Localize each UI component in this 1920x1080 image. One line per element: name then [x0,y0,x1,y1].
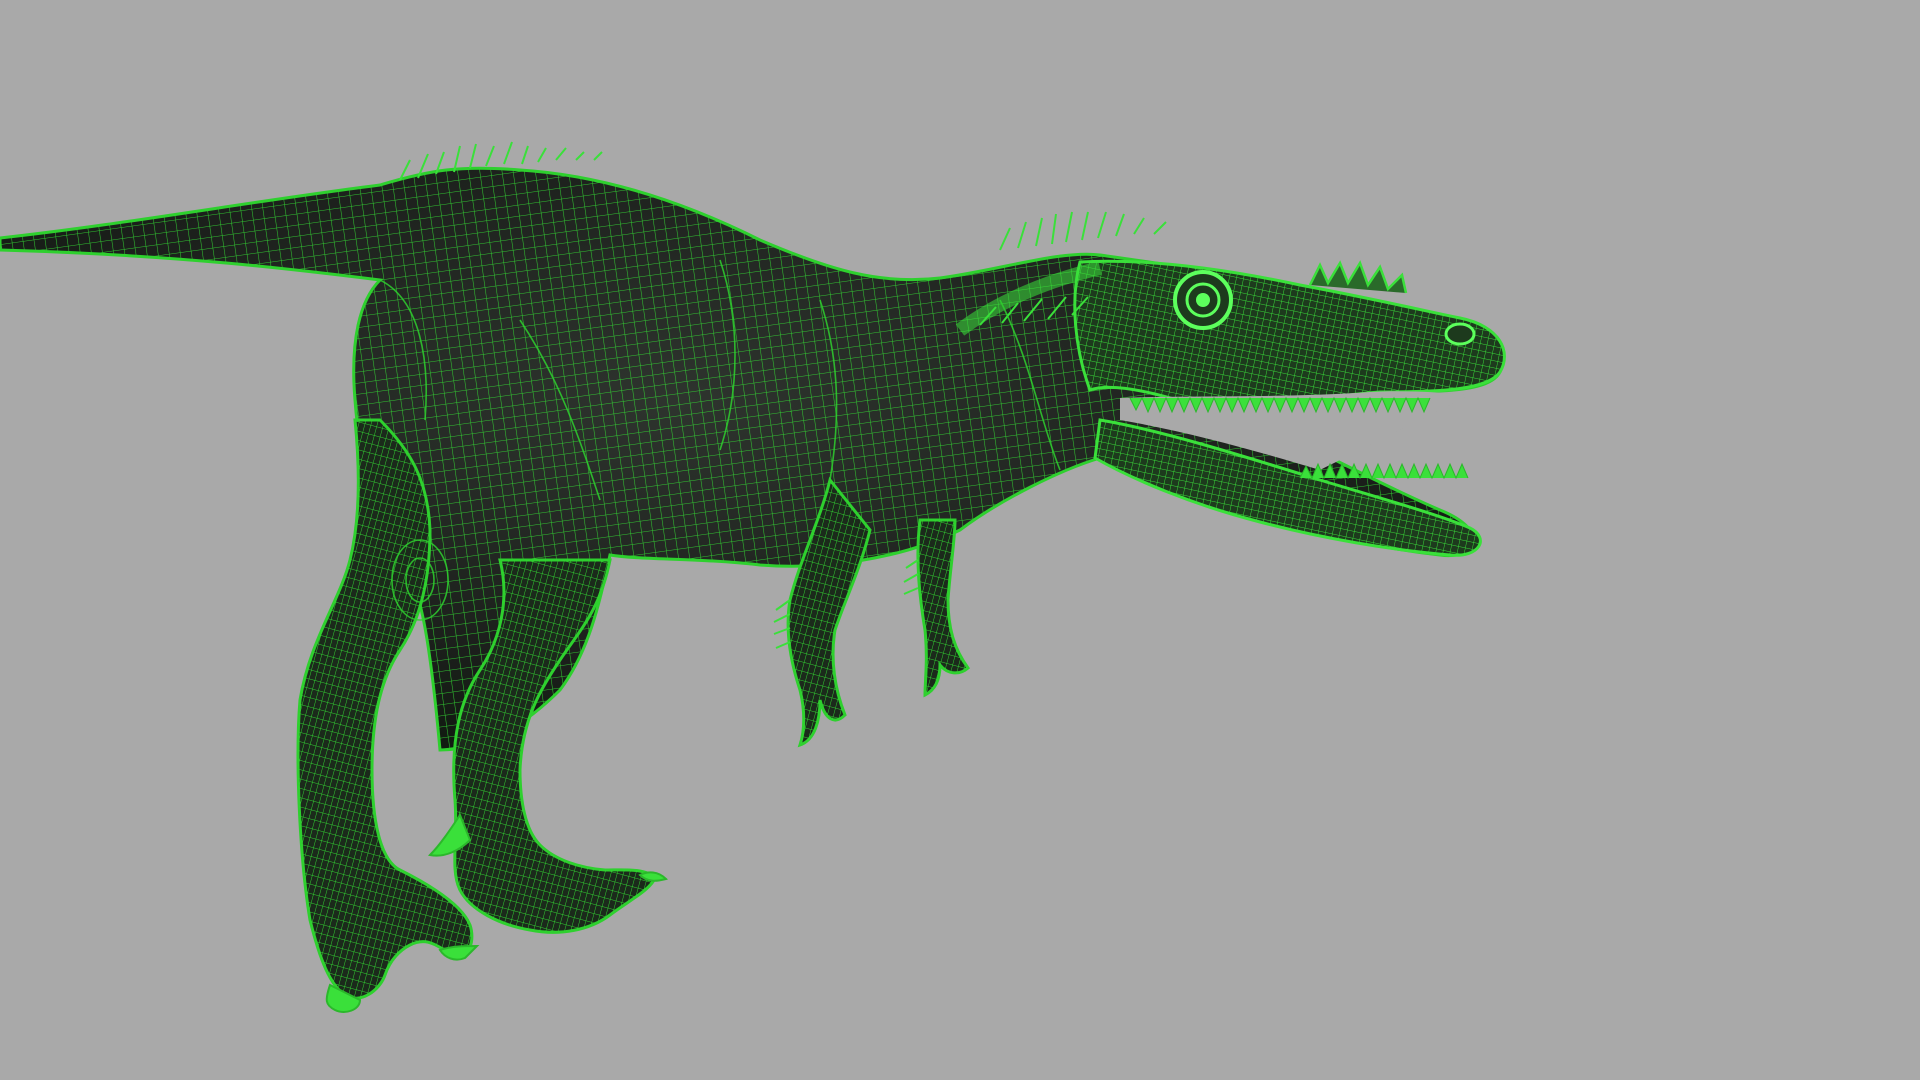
dinosaur-model [0,141,1506,1013]
3d-viewport[interactable] [0,0,1920,1080]
